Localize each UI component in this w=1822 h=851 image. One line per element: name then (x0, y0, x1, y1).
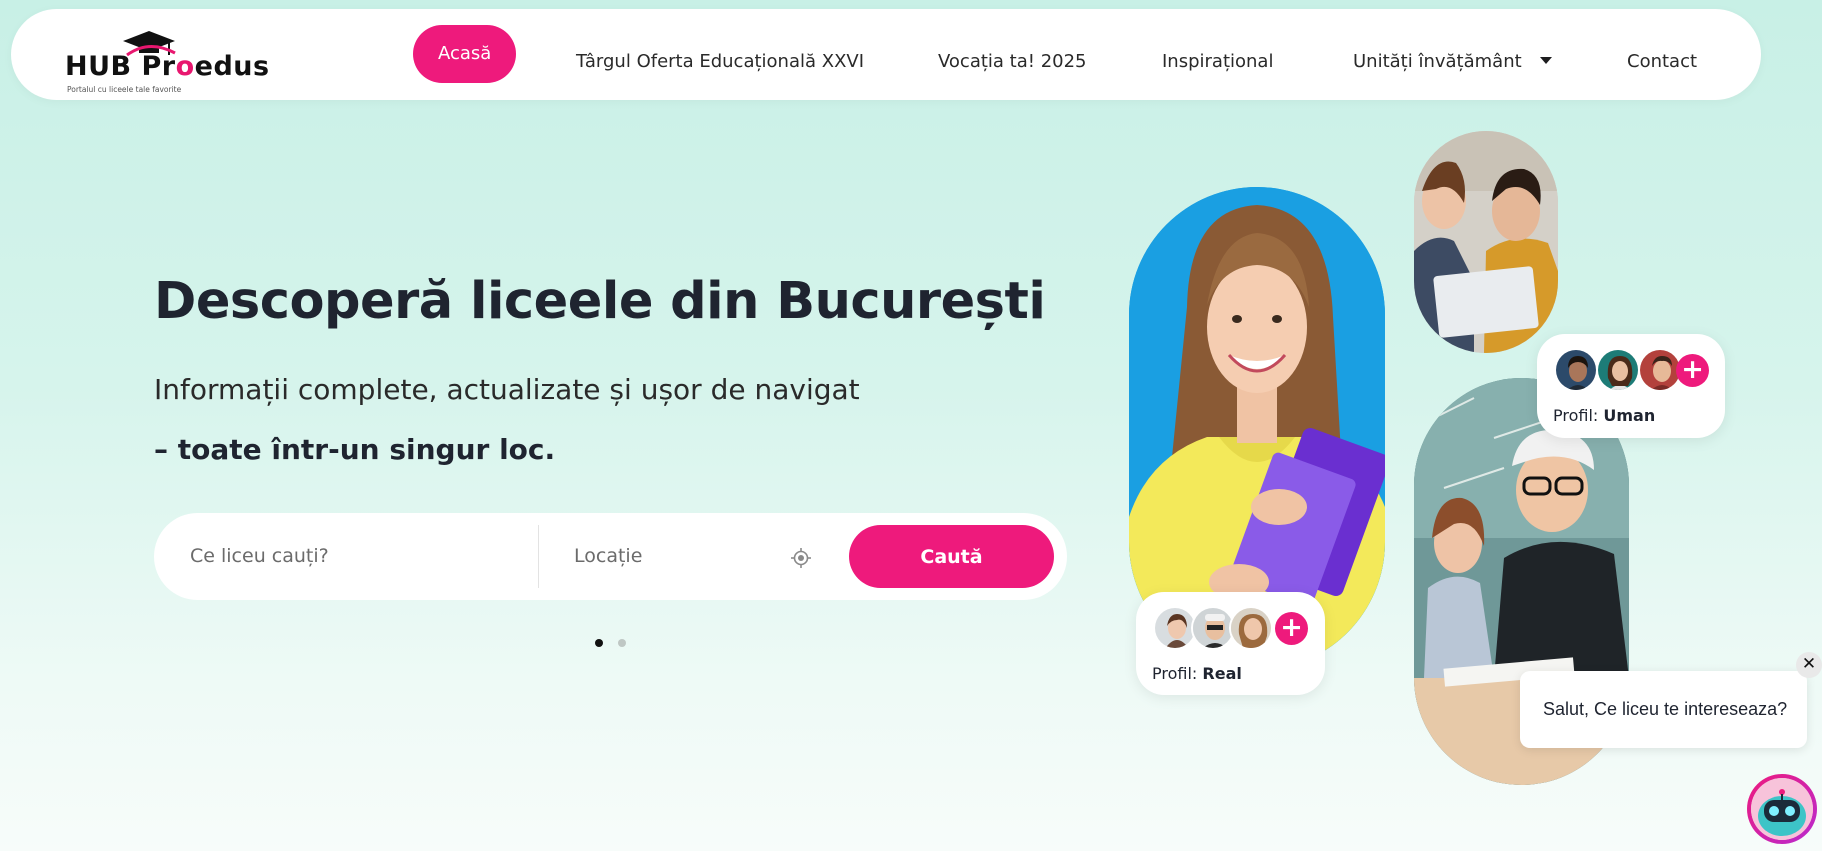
nav-item-vocatia[interactable]: Vocația ta! 2025 (938, 33, 1087, 91)
search-divider (538, 525, 539, 588)
chevron-down-icon (1539, 56, 1552, 64)
nav-item-targul[interactable]: Târgul Oferta Educațională XXVI (576, 33, 864, 91)
profile-card-uman[interactable]: + Profil: Uman (1537, 334, 1725, 438)
avatar (1554, 348, 1598, 392)
avatar (1596, 348, 1640, 392)
close-icon[interactable]: ✕ (1796, 652, 1822, 678)
brand-tagline: Portalul cu liceele tale favorite (67, 85, 182, 94)
chatbot-launcher-button[interactable] (1747, 774, 1817, 844)
robot-icon (1751, 778, 1813, 840)
add-icon[interactable]: + (1676, 354, 1709, 387)
profile-label-real: Profil: Real (1152, 664, 1242, 683)
nav-item-unitati[interactable]: Unități învățământ (1353, 33, 1552, 91)
school-search-input[interactable] (190, 531, 520, 581)
search-button[interactable]: Caută (849, 525, 1054, 588)
add-icon[interactable]: + (1275, 612, 1308, 645)
carousel-dot-1[interactable] (595, 639, 603, 647)
hero-title: Descoperă liceele din București (154, 272, 1046, 331)
brand-name: HUB Proedus (65, 51, 270, 82)
top-navbar: HUB Proedus Portalul cu liceele tale fav… (11, 9, 1761, 100)
brand-logo[interactable]: HUB Proedus Portalul cu liceele tale fav… (55, 21, 275, 94)
nav-item-contact[interactable]: Contact (1627, 33, 1697, 91)
carousel-dot-2[interactable] (618, 639, 626, 647)
location-input[interactable] (574, 531, 774, 581)
nav-item-unitati-label: Unități învățământ (1353, 51, 1522, 72)
chat-greeting-bubble[interactable]: Salut, Ce liceu te intereseaza? (1520, 671, 1807, 748)
profile-label-uman: Profil: Uman (1553, 406, 1656, 425)
nav-item-inspirational[interactable]: Inspirațional (1162, 33, 1273, 91)
crosshair-icon[interactable] (791, 548, 811, 568)
hero-subtitle-bold: – toate într-un singur loc. (154, 433, 556, 466)
search-bar: Caută (154, 513, 1067, 600)
students-laptop-photo (1414, 131, 1558, 353)
hero-subtitle: Informații complete, actualizate și ușor… (154, 373, 860, 406)
avatar (1229, 606, 1273, 650)
profile-card-real[interactable]: + Profil: Real (1136, 592, 1325, 695)
nav-item-acasa[interactable]: Acasă (413, 25, 517, 83)
